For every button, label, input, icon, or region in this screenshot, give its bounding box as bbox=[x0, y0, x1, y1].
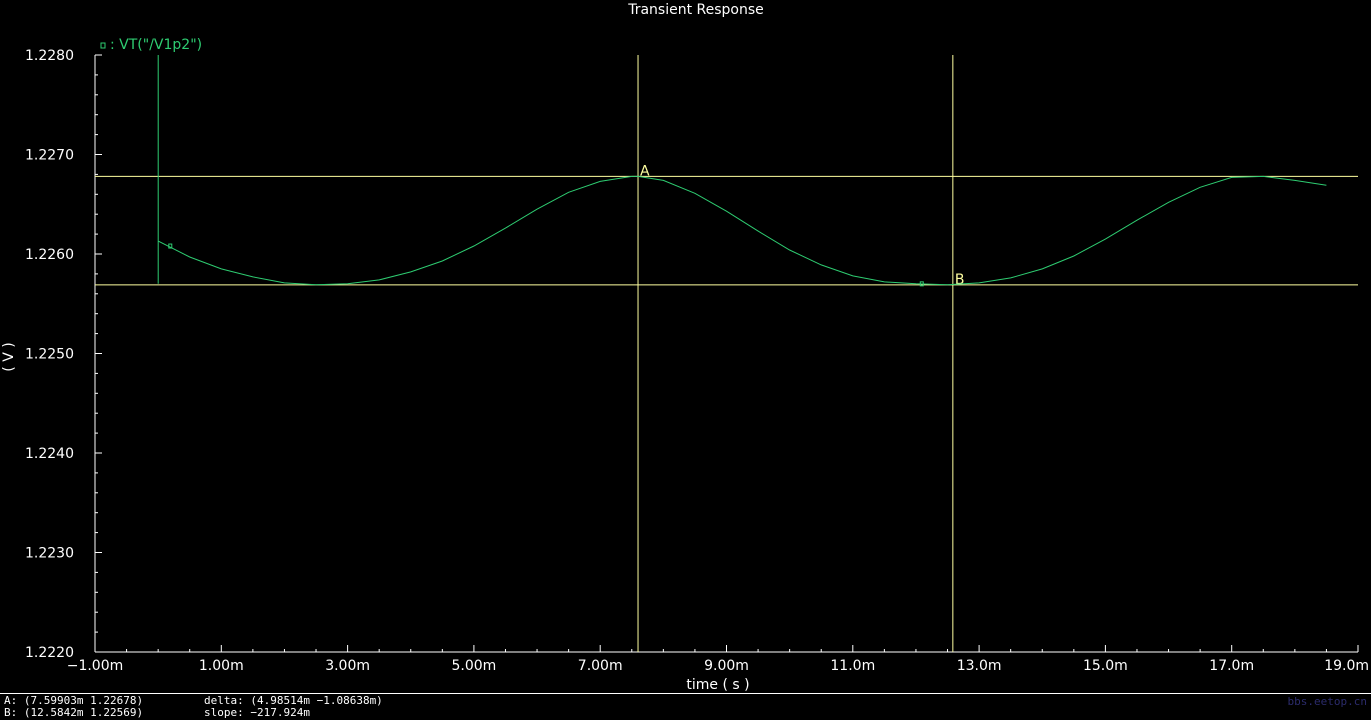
x-tick-label: 17.0m bbox=[1209, 658, 1254, 674]
marker-label-b: B bbox=[955, 272, 965, 288]
trace-line[interactable] bbox=[157, 55, 1327, 286]
x-tick-label: 9.00m bbox=[704, 658, 749, 674]
y-tick-label: 1.2270 bbox=[25, 148, 74, 164]
legend-marker-icon bbox=[100, 42, 106, 49]
cursor-readout-bar: A: (7.59903m 1.22678) delta: (4.98514m −… bbox=[0, 693, 1371, 720]
chart-title: Transient Response bbox=[627, 2, 764, 18]
legend[interactable]: : VT("/V1p2") bbox=[100, 37, 202, 53]
transient-plot: Transient Response 1.2280 1.2270 1.2260 1.2… bbox=[1, 2, 1369, 693]
cursor-lines[interactable]: AB bbox=[95, 55, 1358, 652]
x-tick-label: −1.00m bbox=[67, 658, 124, 674]
x-tick-label: 11.0m bbox=[830, 658, 875, 674]
y-tick-label: 1.2240 bbox=[25, 446, 74, 462]
legend-label[interactable]: : VT("/V1p2") bbox=[110, 37, 202, 53]
slope-readout: slope: −217.924m bbox=[204, 706, 310, 719]
y-tick-label: 1.2230 bbox=[25, 546, 74, 562]
x-tick-label: 3.00m bbox=[325, 658, 370, 674]
x-axis-label: time ( s ) bbox=[686, 677, 749, 693]
trace-layer bbox=[157, 55, 1327, 287]
x-tick-label: 7.00m bbox=[578, 658, 623, 674]
x-axis: −1.00m 1.00m 3.00m 5.00m 7.00m 9.00m 11.0m 13.0… bbox=[67, 645, 1369, 674]
y-tick-label: 1.2250 bbox=[25, 347, 74, 363]
x-tick-label: 19.0m bbox=[1324, 658, 1369, 674]
x-tick-label: 13.0m bbox=[957, 658, 1002, 674]
y-tick-label: 1.2260 bbox=[25, 247, 74, 263]
watermark: bbs.eetop.cn bbox=[1287, 695, 1367, 708]
marker-b-readout: B: (12.5842m 1.22569) bbox=[4, 706, 144, 719]
x-tick-label: 1.00m bbox=[199, 658, 244, 674]
y-axis: 1.22801.22701.22601.22501.22401.22301.22… bbox=[25, 48, 102, 661]
x-tick-label: 5.00m bbox=[451, 658, 496, 674]
y-tick-label: 1.2280 bbox=[25, 48, 74, 64]
y-axis-label: ( V ) bbox=[1, 342, 17, 371]
x-tick-label: 15.0m bbox=[1083, 658, 1128, 674]
